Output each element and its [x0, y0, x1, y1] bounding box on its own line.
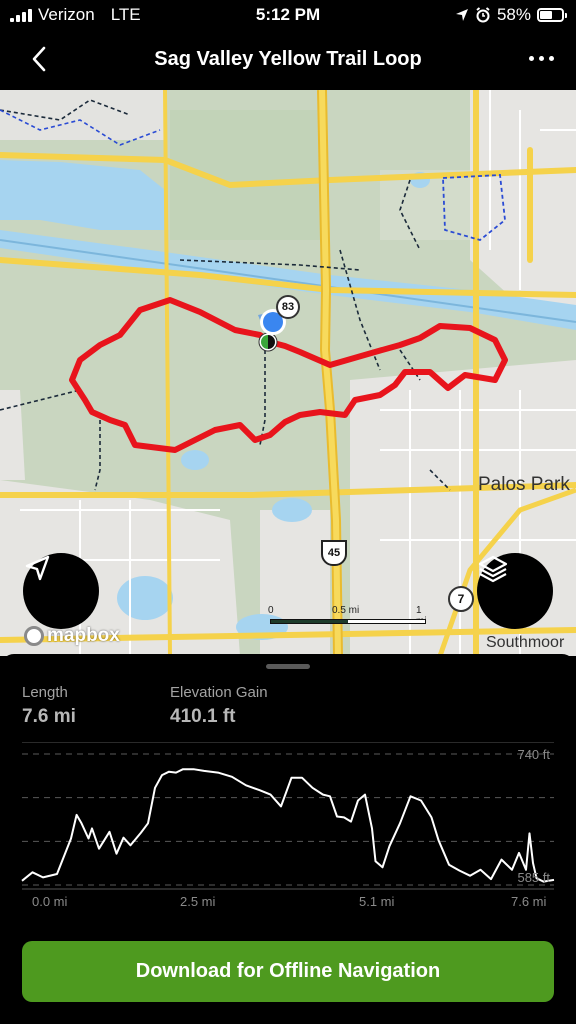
elevation-gain-value: 410.1 ft [170, 706, 236, 727]
map-label-palos-park: Palos Park [478, 474, 570, 495]
route-83-shield: 83 [276, 295, 300, 319]
elevation-line-series-0 [21, 768, 555, 883]
elevation-chart-svg [21, 741, 555, 890]
recenter-button[interactable] [23, 553, 99, 629]
length-value: 7.6 mi [22, 706, 76, 727]
x-tick-2: 5.1 mi [359, 894, 395, 909]
mapbox-logo[interactable]: mapbox [24, 625, 120, 647]
map-layers-button[interactable] [477, 553, 553, 629]
layers-icon [478, 555, 508, 583]
location-arrow-icon [455, 9, 468, 21]
route-7-shield: 7 [448, 586, 474, 612]
more-button[interactable] [524, 48, 558, 68]
download-offline-button[interactable]: Download for Offline Navigation [22, 941, 554, 1002]
elevation-gain-label: Elevation Gain [170, 684, 268, 701]
y-tick-min: 585 ft [517, 870, 550, 885]
us-45-label: 45 [327, 547, 341, 559]
map-scale: 0 0.5 mi 1 mi [268, 605, 430, 635]
us-45-shield: 45 [321, 540, 347, 566]
status-right: 58% [455, 5, 567, 25]
scale-half: 0.5 mi [332, 605, 360, 616]
scale-bar [270, 619, 426, 624]
mapbox-attribution: mapbox [47, 625, 120, 646]
more-icon [528, 55, 534, 61]
scale-zero: 0 [268, 605, 274, 616]
elevation-profile-chart[interactable]: 740 ft 585 ft 0.0 mi 2.5 mi 5.1 mi 7.6 m… [0, 741, 576, 917]
length-label: Length [22, 684, 68, 701]
nav-bar: Sag Valley Yellow Trail Loop [0, 30, 576, 90]
x-tick-1: 2.5 mi [180, 894, 216, 909]
y-tick-max: 740 ft [517, 747, 550, 762]
battery-percent: 58% [496, 5, 531, 24]
x-tick-0: 0.0 mi [32, 894, 68, 909]
map-label-southmoor: Southmoor [486, 634, 565, 651]
route-83-label: 83 [281, 301, 295, 313]
battery-icon [537, 8, 567, 22]
map-view[interactable]: 83 45 7 Palos Park Southmoor 0 0.5 mi 1 … [0, 90, 576, 656]
status-bar: Verizon LTE 5:12 PM 58% [0, 0, 576, 30]
navigation-arrow-icon [25, 555, 50, 581]
route-7-label: 7 [457, 592, 465, 606]
trail-details-sheet: Length 7.6 mi Elevation Gain 410.1 ft 74… [0, 654, 576, 1024]
mapbox-icon [24, 626, 44, 646]
sheet-grabber[interactable] [266, 664, 310, 669]
page-title: Sag Valley Yellow Trail Loop [154, 48, 422, 70]
x-tick-3: 7.6 mi [511, 894, 547, 909]
alarm-icon [476, 7, 490, 23]
